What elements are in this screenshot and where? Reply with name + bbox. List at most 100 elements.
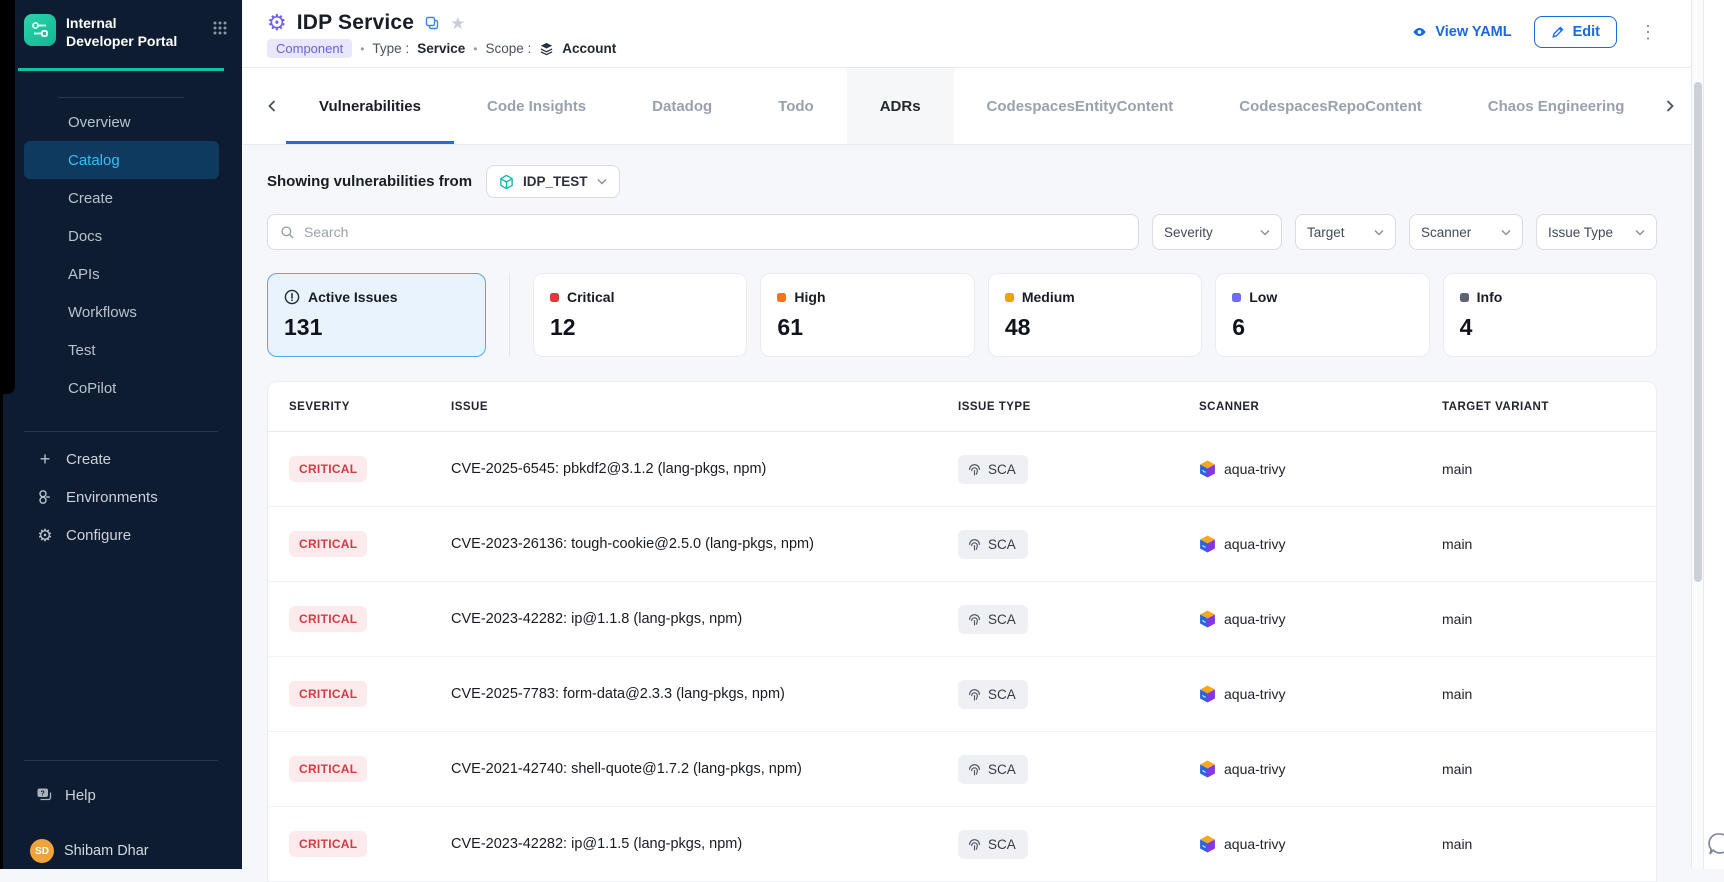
more-options-icon[interactable]: ⋮ — [1639, 23, 1657, 41]
scanner-cell: aqua-trivy — [1199, 760, 1442, 778]
svg-text:?: ? — [41, 791, 45, 798]
table-row[interactable]: CRITICAL CVE-2025-7783: form-data@2.3.3 … — [268, 657, 1656, 732]
severity-filter[interactable]: Severity — [1152, 214, 1282, 250]
type-value: Service — [417, 41, 465, 56]
issue-text: CVE-2025-6545: pbkdf2@3.1.2 (lang-pkgs, … — [451, 461, 958, 477]
severity-card-label: Low — [1249, 289, 1277, 305]
chat-widget-icon[interactable] — [1707, 831, 1724, 857]
tab-datadog[interactable]: Datadog — [619, 68, 745, 144]
help-label: Help — [65, 787, 96, 804]
tab-bar: Vulnerabilities Code Insights Datadog To… — [242, 68, 1692, 145]
scrollbar-thumb[interactable] — [1694, 82, 1702, 582]
user-menu[interactable]: SD Shibam Dhar — [0, 834, 242, 868]
sidebar-item-overview[interactable]: Overview — [0, 103, 242, 141]
sidebar-action-label: Create — [66, 451, 111, 468]
vulnerabilities-table: SEVERITY ISSUE ISSUE TYPE SCANNER TARGET… — [267, 381, 1657, 882]
tabs-scroll-right-icon[interactable] — [1656, 98, 1684, 114]
service-gear-icon: ⚙ — [267, 12, 287, 34]
scanner-name: aqua-trivy — [1224, 686, 1285, 702]
severity-card-count: 12 — [550, 314, 730, 341]
tab-codespaces-entity-content[interactable]: CodespacesEntityContent — [954, 68, 1207, 144]
sidebar-item-copilot[interactable]: CoPilot — [0, 369, 242, 407]
favorite-star-icon[interactable]: ★ — [450, 15, 465, 32]
sidebar-item-catalog[interactable]: Catalog — [24, 141, 219, 179]
tabs-scroll-left-icon[interactable] — [258, 98, 286, 114]
view-yaml-button[interactable]: View YAML — [1411, 24, 1511, 40]
chevron-down-icon — [1635, 229, 1645, 236]
scanner-name: aqua-trivy — [1224, 461, 1285, 477]
tab-todo[interactable]: Todo — [745, 68, 847, 144]
copy-icon[interactable] — [424, 15, 440, 31]
issue-text: CVE-2025-7783: form-data@2.3.3 (lang-pkg… — [451, 686, 958, 702]
info-dot — [1460, 293, 1469, 302]
table-row[interactable]: CRITICAL CVE-2021-42740: shell-quote@1.7… — [268, 732, 1656, 807]
sidebar-action-create[interactable]: + Create — [0, 440, 242, 478]
table-row[interactable]: CRITICAL CVE-2023-42282: ip@1.1.5 (lang-… — [268, 807, 1656, 882]
issue-type-filter[interactable]: Issue Type — [1536, 214, 1657, 250]
tab-codespaces-repo-content[interactable]: CodespacesRepoContent — [1206, 68, 1455, 144]
target-filter[interactable]: Target — [1295, 214, 1396, 250]
column-scanner: SCANNER — [1199, 401, 1442, 413]
table-row[interactable]: CRITICAL CVE-2023-42282: ip@1.1.8 (lang-… — [268, 582, 1656, 657]
scanner-name: aqua-trivy — [1224, 611, 1285, 627]
medium-count-card[interactable]: Medium 48 — [988, 273, 1202, 357]
issue-type-pill: SCA — [958, 830, 1028, 859]
scanner-cell: aqua-trivy — [1199, 685, 1442, 703]
tab-chaos-engineering[interactable]: Chaos Engineering — [1455, 68, 1658, 144]
issue-text: CVE-2023-26136: tough-cookie@2.5.0 (lang… — [451, 536, 958, 552]
gear-icon: ⚙ — [36, 527, 54, 544]
issue-type-pill: SCA — [958, 680, 1028, 709]
scanner-name: aqua-trivy — [1224, 836, 1285, 852]
help-button[interactable]: ? Help — [0, 777, 242, 813]
sidebar-item-docs[interactable]: Docs — [0, 217, 242, 255]
sidebar-actions: + Create Environments ⚙ Configure — [0, 440, 242, 554]
table-row[interactable]: CRITICAL CVE-2025-6545: pbkdf2@3.1.2 (la… — [268, 432, 1656, 507]
scanner-name: aqua-trivy — [1224, 536, 1285, 552]
filter-label: Target — [1307, 225, 1345, 240]
high-count-card[interactable]: High 61 — [760, 273, 974, 357]
edit-button[interactable]: Edit — [1534, 16, 1617, 48]
sidebar-nav: Overview Catalog Create Docs APIs Workfl… — [0, 103, 242, 407]
low-count-card[interactable]: Low 6 — [1215, 273, 1429, 357]
edit-label: Edit — [1573, 24, 1600, 40]
scanner-cell: aqua-trivy — [1199, 610, 1442, 628]
severity-card-count: 4 — [1460, 314, 1640, 341]
search-icon — [280, 225, 295, 240]
scanner-cell: aqua-trivy — [1199, 835, 1442, 853]
tab-adrs[interactable]: ADRs — [847, 68, 954, 144]
aqua-trivy-icon — [1199, 460, 1216, 478]
aqua-trivy-icon — [1199, 610, 1216, 628]
sidebar-header: Internal Developer Portal — [0, 0, 242, 50]
issue-type-label: SCA — [988, 837, 1016, 852]
critical-count-card[interactable]: Critical 12 — [533, 273, 747, 357]
sidebar-item-apis[interactable]: APIs — [0, 255, 242, 293]
sidebar-item-create[interactable]: Create — [0, 179, 242, 217]
source-dropdown[interactable]: IDP_TEST — [486, 165, 620, 198]
search-input[interactable] — [304, 224, 1126, 240]
sidebar-item-test[interactable]: Test — [0, 331, 242, 369]
tabs-scroller: Vulnerabilities Code Insights Datadog To… — [286, 68, 1658, 144]
table-row[interactable]: CRITICAL CVE-2023-26136: tough-cookie@2.… — [268, 507, 1656, 582]
sidebar-item-workflows[interactable]: Workflows — [0, 293, 242, 331]
environments-icon — [36, 489, 54, 505]
fingerprint-icon — [967, 837, 982, 852]
scope-label: Scope : — [485, 41, 531, 56]
sidebar-action-configure[interactable]: ⚙ Configure — [0, 516, 242, 554]
issue-type-label: SCA — [988, 762, 1016, 777]
tab-vulnerabilities[interactable]: Vulnerabilities — [286, 68, 454, 144]
severity-card-label: Info — [1477, 289, 1503, 305]
showing-label: Showing vulnerabilities from — [267, 173, 472, 190]
tab-code-insights[interactable]: Code Insights — [454, 68, 619, 144]
sidebar-accent-bar — [18, 68, 224, 71]
main-area: ⚙ IDP Service ★ Component • Type : Servi… — [242, 0, 1692, 869]
sidebar-action-environments[interactable]: Environments — [0, 478, 242, 516]
scanner-filter[interactable]: Scanner — [1409, 214, 1523, 250]
active-issues-card[interactable]: Active Issues 131 — [267, 273, 486, 357]
filter-label: Severity — [1164, 225, 1213, 240]
fingerprint-icon — [967, 762, 982, 777]
apps-grid-icon[interactable] — [212, 20, 228, 36]
info-count-card[interactable]: Info 4 — [1443, 273, 1657, 357]
page-title: IDP Service — [297, 11, 414, 35]
user-name: Shibam Dhar — [64, 843, 149, 859]
severity-card-label: Critical — [567, 289, 614, 305]
